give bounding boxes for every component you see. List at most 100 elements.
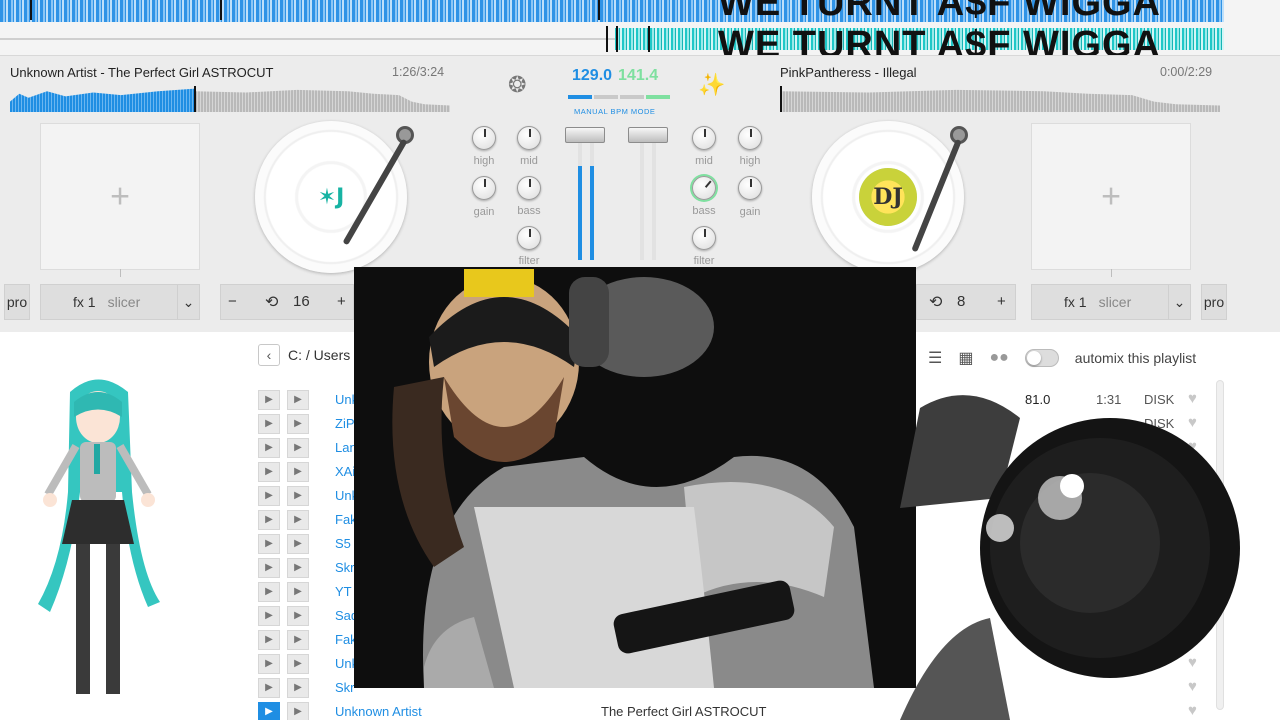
- crosshair-icon: +: [1101, 177, 1121, 215]
- overview-beat-marker: [30, 0, 32, 20]
- track-artist[interactable]: ZiP: [335, 416, 355, 431]
- knob-label: filter: [693, 255, 715, 267]
- bpm-right: 141.4: [618, 67, 659, 84]
- chevron-down-icon[interactable]: ⌄: [1168, 285, 1190, 319]
- overview-beat-marker: [648, 26, 650, 52]
- play-icon[interactable]: ▶: [258, 678, 280, 698]
- deck-right-title: PinkPantheress - Illegal: [780, 65, 917, 80]
- deck-left-fx-select[interactable]: fx 1 slicer ⌄: [40, 284, 200, 320]
- track-artist[interactable]: XAi: [335, 464, 355, 479]
- deck-right-waveform[interactable]: [780, 86, 1220, 112]
- deck-left-playhead[interactable]: [194, 86, 196, 112]
- track-artist[interactable]: Skr: [335, 680, 355, 695]
- play-icon[interactable]: ▶: [258, 534, 280, 554]
- deck-right-platter[interactable]: DJ: [812, 121, 964, 273]
- play-icon[interactable]: ▶: [258, 390, 280, 410]
- play-icon[interactable]: ▶: [287, 534, 309, 554]
- overview-waveform[interactable]: WE TURNT A$F WIGGA WE TURNT A$F WIGGA: [0, 0, 1280, 56]
- knob-label: bass: [692, 205, 716, 217]
- bpm-mode-label[interactable]: MANUAL BPM MODE: [574, 107, 655, 116]
- deck-right-playhead[interactable]: [780, 86, 782, 112]
- loop-minus-button[interactable]: −: [228, 293, 237, 310]
- back-icon[interactable]: ‹: [258, 344, 280, 366]
- loop-icon: ⟲: [265, 294, 279, 311]
- deck-left-filter-knob[interactable]: [517, 226, 541, 250]
- deck-left-bass-knob[interactable]: [517, 176, 541, 200]
- bpm-meter: [620, 95, 644, 99]
- bpm-display[interactable]: 129.0 141.4: [572, 67, 658, 85]
- party-popper-icon[interactable]: ✨: [698, 72, 725, 98]
- deck-right-pro-button[interactable]: pro: [1201, 284, 1227, 320]
- loop-plus-button[interactable]: +: [997, 293, 1006, 310]
- track-artist[interactable]: YT: [335, 584, 352, 599]
- overview-beat-marker: [598, 0, 600, 20]
- deck-right-loop-control[interactable]: ⟲ 8 +: [916, 284, 1016, 320]
- play-icon[interactable]: ▶: [258, 582, 280, 602]
- play-icon[interactable]: ▶: [287, 702, 309, 720]
- play-icon[interactable]: ▶: [258, 606, 280, 626]
- fader-track: [652, 140, 656, 260]
- play-icon[interactable]: ▶: [287, 630, 309, 650]
- deck-left-platter[interactable]: ✶J: [255, 121, 407, 273]
- knob-label: high: [739, 155, 761, 167]
- knob-label: bass: [517, 205, 541, 217]
- deck-right-high-knob[interactable]: [738, 126, 762, 150]
- grid-view-icon[interactable]: ▦: [958, 348, 973, 368]
- list-view-icon[interactable]: ☰: [928, 348, 942, 368]
- bpm-meter-right: [646, 95, 670, 99]
- play-icon[interactable]: ▶: [258, 654, 280, 674]
- record-label-logo: DJ: [859, 168, 917, 226]
- track-artist[interactable]: S5: [335, 536, 351, 551]
- play-icon[interactable]: ▶: [287, 510, 309, 530]
- track-artist[interactable]: Unknown Artist: [335, 704, 422, 719]
- deck-right-fx-select[interactable]: fx 1 slicer ⌄: [1031, 284, 1191, 320]
- play-icon[interactable]: ▶: [258, 702, 280, 720]
- deck-right-filter-knob[interactable]: [692, 226, 716, 250]
- play-icon[interactable]: ▶: [258, 486, 280, 506]
- play-icon[interactable]: ▶: [258, 558, 280, 578]
- deck-left-mid-knob[interactable]: [517, 126, 541, 150]
- deck-left-gain-knob[interactable]: [472, 176, 496, 200]
- play-icon[interactable]: ▶: [287, 414, 309, 434]
- deck-left-fx-pad[interactable]: +: [40, 123, 200, 277]
- deck-left-pro-button[interactable]: pro: [4, 284, 30, 320]
- deck-left-title: Unknown Artist - The Perfect Girl ASTROC…: [10, 65, 274, 80]
- people-icon[interactable]: ●●: [989, 349, 1008, 367]
- deck-right-bass-knob[interactable]: [692, 176, 716, 200]
- pro-label: pro: [6, 294, 28, 310]
- play-icon[interactable]: ▶: [287, 606, 309, 626]
- play-icon[interactable]: ▶: [258, 630, 280, 650]
- disco-ball-icon[interactable]: ❂: [508, 72, 526, 98]
- deck-left-volume-fader[interactable]: [565, 127, 605, 143]
- chevron-down-icon[interactable]: ⌄: [177, 285, 199, 319]
- loop-plus-button[interactable]: +: [337, 293, 346, 310]
- play-icon[interactable]: ▶: [287, 438, 309, 458]
- play-icon[interactable]: ▶: [287, 390, 309, 410]
- play-icon[interactable]: ▶: [287, 678, 309, 698]
- breadcrumb-path[interactable]: C: / Users /: [288, 347, 358, 363]
- webcam-overlay: [354, 267, 916, 688]
- play-icon[interactable]: ▶: [287, 486, 309, 506]
- play-icon[interactable]: ▶: [258, 462, 280, 482]
- knob-label: high: [473, 155, 495, 167]
- deck-right-gain-knob[interactable]: [738, 176, 762, 200]
- play-icon[interactable]: ▶: [258, 510, 280, 530]
- play-icon[interactable]: ▶: [258, 414, 280, 434]
- play-icon[interactable]: ▶: [258, 438, 280, 458]
- loop-length: 8: [957, 293, 966, 310]
- play-icon[interactable]: ▶: [287, 654, 309, 674]
- play-icon[interactable]: ▶: [287, 582, 309, 602]
- deck-right-volume-fader[interactable]: [628, 127, 668, 143]
- play-icon[interactable]: ▶: [287, 558, 309, 578]
- deck-left-high-knob[interactable]: [472, 126, 496, 150]
- deck-right-mid-knob[interactable]: [692, 126, 716, 150]
- deck-left-waveform[interactable]: [10, 86, 450, 112]
- track-artist[interactable]: Skr: [335, 560, 355, 575]
- play-icon[interactable]: ▶: [287, 462, 309, 482]
- deck-left-loop-control[interactable]: − ⟲ 16 +: [220, 284, 354, 320]
- loop-length: 16: [293, 293, 310, 310]
- automix-toggle[interactable]: [1024, 349, 1059, 367]
- knob-label: gain: [473, 206, 495, 218]
- deck-right-waveform-remaining: [780, 89, 1220, 112]
- deck-right-fx-pad[interactable]: +: [1031, 123, 1191, 277]
